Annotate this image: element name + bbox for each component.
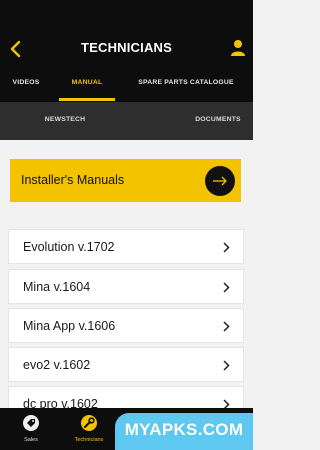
list-item[interactable]: Evolution v.1702 [8,229,244,264]
tab-videos[interactable]: VIDEOS [6,72,46,102]
chevron-right-icon [223,242,230,253]
chevron-right-icon [223,282,230,293]
list-item[interactable]: evo2 v.1602 [8,347,244,382]
user-icon[interactable] [229,39,247,57]
chevron-right-icon [223,321,230,332]
page-title: TECHNICIANS [80,40,173,55]
watermark-badge: MYAPKS.COM [115,413,253,450]
nav-label-technicians: Technicians [74,437,104,443]
manual-label: Mina v.1604 [23,280,91,294]
manual-label: Evolution v.1702 [23,240,115,254]
list-item[interactable]: Mina App v.1606 [8,308,244,343]
chevron-right-icon [223,360,230,371]
header-bar: TECHNICIANS VIDEOS MANUAL SPARE PARTS CA… [0,0,253,102]
wrench-icon [81,415,97,431]
tag-icon [23,415,39,431]
subtab-documents[interactable]: DOCUMENTS [180,102,256,140]
subtab-newstech[interactable]: NEWSTECH [30,102,100,140]
nav-item-sales[interactable]: Sales [9,408,53,450]
installer-manuals-button[interactable]: Installer's Manuals [10,159,241,202]
manual-label: Mina App v.1606 [23,319,116,333]
nav-label-sales: Sales [24,437,38,443]
watermark-text: MYAPKS.COM [124,420,244,439]
arrow-right-icon [213,176,227,186]
list-item[interactable]: Mina v.1604 [8,269,244,304]
installer-arrow-button[interactable] [205,166,235,196]
nav-item-technicians[interactable]: Technicians [67,408,111,450]
subtab-bar: NEWSTECH DOCUMENTS [0,102,253,140]
active-tab-indicator [59,98,115,101]
installer-manuals-label: Installer's Manuals [21,173,125,187]
manual-label: evo2 v.1602 [23,358,91,372]
tab-bar: VIDEOS MANUAL SPARE PARTS CATALOGUE [0,72,253,102]
tab-spare-parts-catalogue[interactable]: SPARE PARTS CATALOGUE [138,72,234,102]
